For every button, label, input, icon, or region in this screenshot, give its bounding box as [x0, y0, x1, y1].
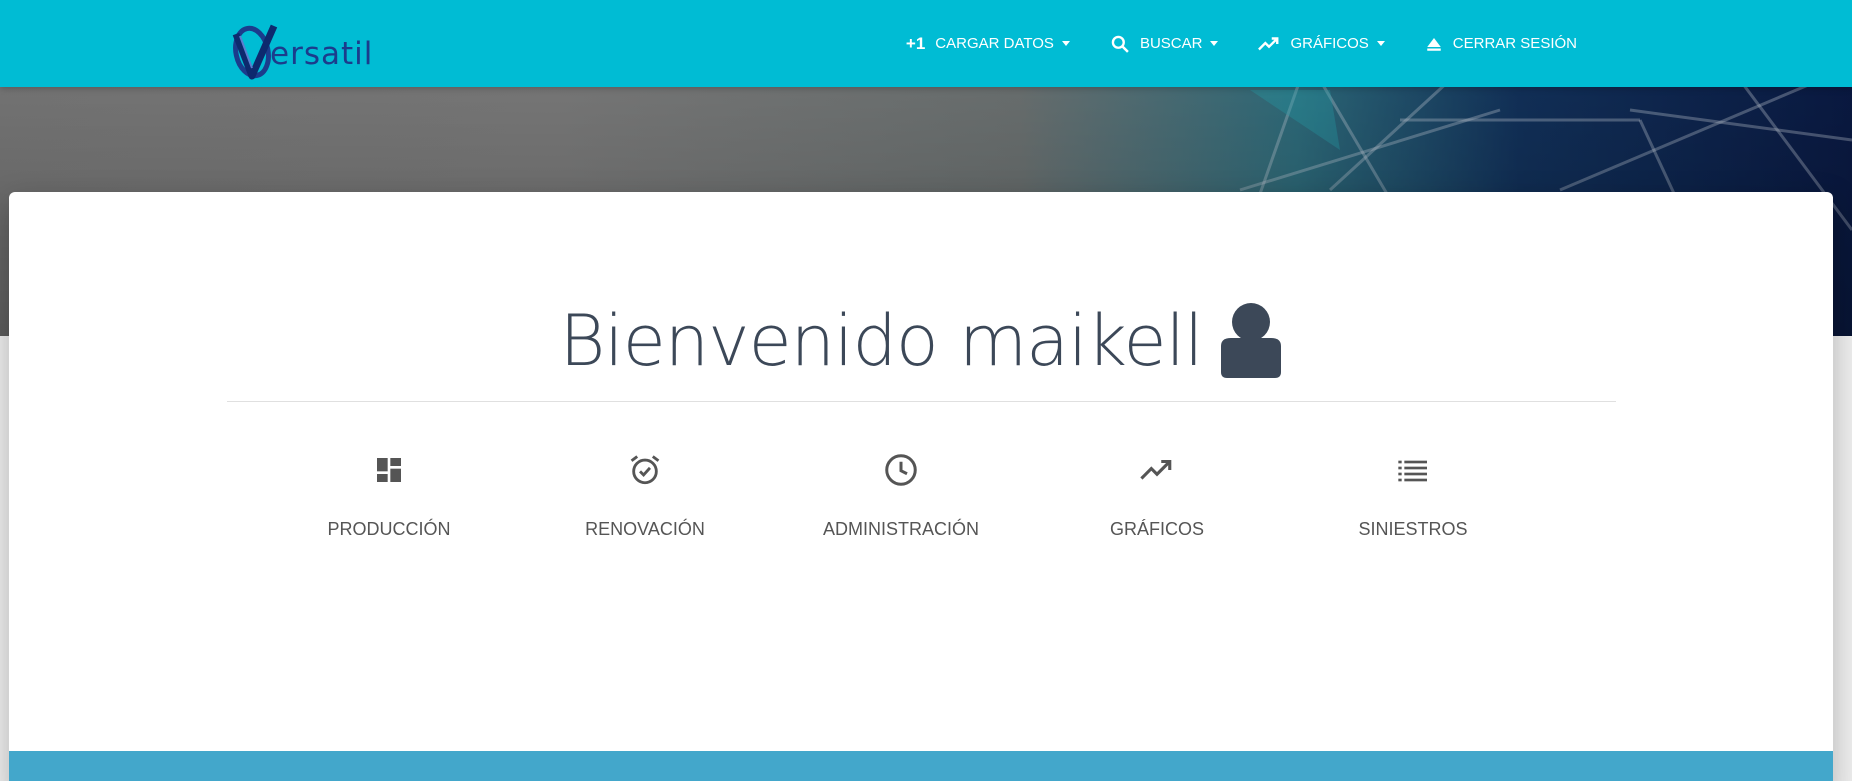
welcome-text: Bienvenido maikell	[559, 300, 1203, 382]
menu-label-siniestros: SINIESTROS	[1358, 519, 1468, 539]
menu-siniestros[interactable]: SINIESTROS	[1313, 450, 1513, 560]
nav-graficos[interactable]: GRÁFICOS	[1238, 24, 1404, 64]
alarm-on-icon	[628, 450, 662, 490]
search-icon	[1110, 34, 1130, 54]
menu-label-renovacion: RENOVACIÓN	[585, 519, 705, 539]
nav-label-cerrar-sesion: CERRAR SESIÓN	[1452, 35, 1577, 52]
versatil-logo[interactable]: ersatil	[230, 22, 374, 82]
trending-up-icon	[1140, 450, 1174, 490]
plus-one-icon: +1	[905, 33, 926, 53]
menu-renovacion[interactable]: RENOVACIÓN	[545, 450, 745, 560]
user-icon	[1219, 302, 1283, 380]
footer-band	[9, 751, 1833, 781]
caret-down-icon	[1376, 41, 1385, 46]
nav-buscar[interactable]: BUSCAR	[1090, 24, 1239, 64]
dashboard-icon	[373, 450, 405, 490]
nav-label-graficos: GRÁFICOS	[1290, 35, 1369, 52]
nav-cerrar-sesion[interactable]: CERRAR SESIÓN	[1405, 24, 1597, 64]
menu-graficos[interactable]: GRÁFICOS	[1057, 450, 1257, 560]
list-icon	[1397, 450, 1429, 490]
eject-icon	[1425, 35, 1443, 53]
main-card: Bienvenido maikell PRODUCCIÓN RENOVACIÓN	[9, 192, 1833, 781]
caret-down-icon	[1061, 41, 1070, 46]
top-navbar: ersatil +1 CARGAR DATOS BUSCAR GRÁFICOS	[0, 0, 1852, 87]
nav-label-buscar: BUSCAR	[1139, 35, 1203, 52]
menu-label-produccion: PRODUCCIÓN	[327, 519, 451, 539]
menu-label-administracion: ADMINISTRACIÓN	[822, 519, 979, 539]
menu-label-graficos: GRÁFICOS	[1109, 519, 1204, 539]
heading-divider	[227, 401, 1616, 402]
nav-label-cargar-datos: CARGAR DATOS	[935, 35, 1054, 52]
menu-administracion[interactable]: ADMINISTRACIÓN	[801, 450, 1001, 560]
main-nav: +1 CARGAR DATOS BUSCAR GRÁFICOS CERRAR S…	[886, 0, 1597, 87]
welcome-heading: Bienvenido maikell	[9, 300, 1833, 382]
menu-produccion[interactable]: PRODUCCIÓN	[289, 450, 489, 560]
nav-cargar-datos[interactable]: +1 CARGAR DATOS	[886, 24, 1090, 64]
caret-down-icon	[1210, 41, 1219, 46]
clock-icon	[883, 450, 919, 490]
trending-up-icon	[1258, 36, 1280, 52]
logo-text: ersatil	[270, 36, 374, 72]
module-menu: PRODUCCIÓN RENOVACIÓN ADMINISTRACIÓN GRÁ…	[289, 450, 1569, 560]
